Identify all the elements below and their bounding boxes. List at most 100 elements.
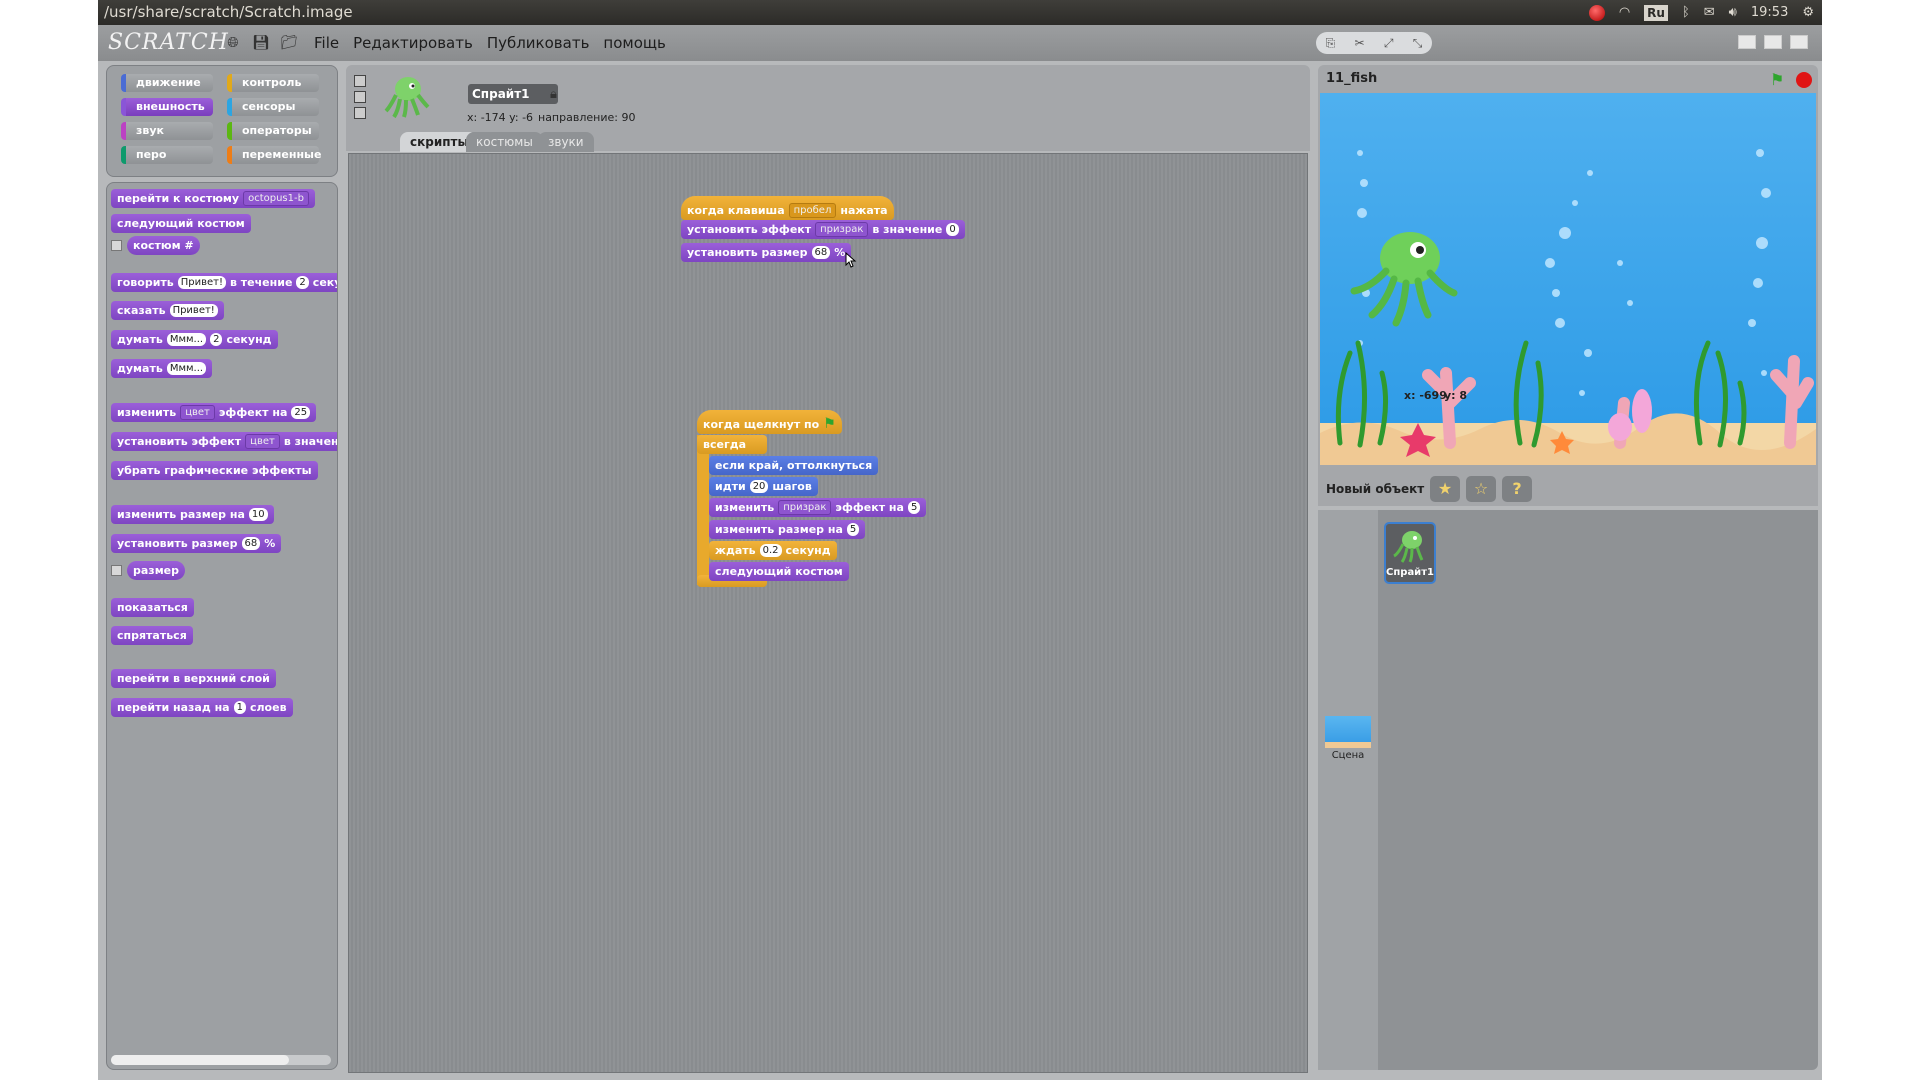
- language-globe-icon[interactable]: 🌐︎: [224, 34, 242, 52]
- block-input[interactable]: 68: [241, 537, 261, 550]
- rotation-none-icon[interactable]: [354, 107, 366, 119]
- block-think-for[interactable]: думать Ммм... 2 секунд: [111, 330, 278, 349]
- block-input[interactable]: Ммм...: [166, 333, 207, 346]
- settings-gear-icon[interactable]: ⚙: [1802, 0, 1814, 25]
- hat-when-key-pressed[interactable]: когда клавиша пробел нажата: [681, 196, 894, 220]
- costume-number-checkbox[interactable]: [111, 240, 122, 251]
- block-next-costume[interactable]: следующий костюм: [111, 214, 251, 233]
- category-control[interactable]: контроль: [227, 74, 319, 92]
- lock-icon[interactable]: 🔒︎: [550, 87, 557, 102]
- presentation-mode-icon[interactable]: [1790, 35, 1808, 49]
- palette-scrollbar-thumb[interactable]: [111, 1055, 289, 1065]
- block-say-for[interactable]: говорить Привет! в течение 2 секунд: [111, 273, 337, 292]
- block-switch-costume[interactable]: перейти к костюму octopus1-b: [111, 189, 315, 208]
- block-wait[interactable]: ждать 0.2 секунд: [709, 541, 837, 560]
- block-change-size[interactable]: изменить размер на 5: [709, 520, 866, 539]
- menu-share[interactable]: Публиковать: [487, 34, 590, 52]
- rotation-leftright-icon[interactable]: [354, 91, 366, 103]
- hat-when-flag-clicked[interactable]: когда щелкнут по ⚑: [697, 410, 842, 434]
- category-motion[interactable]: движение: [121, 74, 213, 92]
- menu-edit[interactable]: Редактировать: [353, 34, 473, 52]
- block-input[interactable]: 20: [749, 480, 769, 493]
- effect-dropdown[interactable]: призрак: [778, 500, 832, 515]
- block-change-effect[interactable]: изменить цвет эффект на 25: [111, 403, 317, 422]
- size-checkbox[interactable]: [111, 565, 122, 576]
- menu-help[interactable]: помощь: [603, 34, 665, 52]
- effect-dropdown[interactable]: цвет: [180, 405, 215, 420]
- palette-scrollbar[interactable]: [111, 1055, 331, 1065]
- stop-icon[interactable]: [1796, 72, 1812, 88]
- block-forever[interactable]: всегда: [697, 435, 767, 454]
- choose-sprite-file-icon[interactable]: ☆: [1466, 476, 1496, 502]
- share-icon[interactable]: 📁︎: [280, 34, 298, 52]
- block-show[interactable]: показаться: [111, 598, 194, 617]
- block-size[interactable]: размер: [127, 561, 186, 580]
- stage-thumbnail[interactable]: Сцена: [1320, 716, 1376, 768]
- stage-canvas[interactable]: [1320, 93, 1816, 465]
- grow-icon[interactable]: ⤢: [1384, 36, 1394, 51]
- block-input[interactable]: 68: [811, 246, 831, 259]
- block-input[interactable]: 5: [846, 523, 860, 536]
- scripts-area[interactable]: когда клавиша пробел нажата установить э…: [348, 153, 1308, 1073]
- block-set-size[interactable]: установить размер 68 %: [111, 534, 282, 553]
- block-input[interactable]: 10: [248, 508, 268, 521]
- costume-dropdown[interactable]: octopus1-b: [243, 191, 309, 206]
- bluetooth-icon[interactable]: ᛒ: [1682, 0, 1690, 25]
- effect-dropdown[interactable]: призрак: [815, 222, 869, 237]
- block-set-effect[interactable]: установить эффект призрак в значение 0: [681, 220, 965, 239]
- category-operators[interactable]: операторы: [227, 122, 319, 140]
- sprite-thumbnail[interactable]: Спрайт1: [1384, 522, 1436, 584]
- mail-icon[interactable]: ✉: [1704, 0, 1715, 25]
- category-looks[interactable]: внешность: [121, 98, 213, 116]
- random-sprite-icon[interactable]: ?: [1502, 476, 1532, 502]
- block-change-effect[interactable]: изменить призрак эффект на 5: [709, 498, 927, 517]
- tab-costumes[interactable]: костюмы: [466, 132, 543, 152]
- volume-icon[interactable]: 🔊︎: [1729, 0, 1737, 25]
- block-input[interactable]: 2: [210, 333, 223, 346]
- block-change-size[interactable]: изменить размер на 10: [111, 505, 274, 524]
- block-input[interactable]: 25: [291, 406, 311, 419]
- record-indicator-icon[interactable]: [1588, 4, 1605, 21]
- block-input[interactable]: 0: [946, 223, 959, 236]
- block-input[interactable]: Привет!: [177, 276, 226, 289]
- block-input[interactable]: Ммм...: [166, 362, 207, 375]
- menu-file[interactable]: File: [314, 34, 339, 52]
- key-dropdown[interactable]: пробел: [788, 202, 837, 218]
- block-input[interactable]: 0.2: [759, 544, 782, 557]
- small-stage-mode-icon[interactable]: [1738, 35, 1756, 49]
- block-set-size[interactable]: установить размер 68 %: [681, 243, 852, 262]
- shrink-icon[interactable]: ⤡: [1413, 36, 1423, 51]
- block-move[interactable]: идти 20 шагов: [709, 477, 818, 496]
- block-input[interactable]: Привет!: [169, 304, 218, 317]
- tab-sounds[interactable]: звуки: [538, 132, 594, 152]
- category-pen[interactable]: перо: [121, 146, 213, 164]
- save-icon[interactable]: 💾︎: [252, 34, 270, 52]
- block-input[interactable]: 5: [907, 501, 921, 514]
- block-clear-effects[interactable]: убрать графические эффекты: [111, 461, 318, 480]
- category-sensing[interactable]: сенсоры: [227, 98, 319, 116]
- rotation-full-icon[interactable]: [354, 75, 366, 87]
- effect-dropdown[interactable]: цвет: [245, 434, 280, 449]
- block-costume-number[interactable]: костюм #: [127, 236, 200, 255]
- block-input[interactable]: 2: [296, 276, 309, 289]
- category-variables[interactable]: переменные: [227, 146, 321, 164]
- paint-new-sprite-icon[interactable]: ★: [1430, 476, 1460, 502]
- block-go-to-front[interactable]: перейти в верхний слой: [111, 669, 276, 688]
- block-say[interactable]: сказать Привет!: [111, 301, 224, 320]
- normal-stage-mode-icon[interactable]: [1764, 35, 1782, 49]
- delete-scissors-icon[interactable]: ✂: [1355, 36, 1365, 50]
- duplicate-icon[interactable]: ⎘: [1326, 36, 1336, 51]
- keyboard-layout-indicator[interactable]: Ru: [1644, 4, 1668, 21]
- block-bounce[interactable]: если край, оттолкнуться: [709, 456, 879, 475]
- category-sound[interactable]: звук: [121, 122, 213, 140]
- block-set-effect[interactable]: установить эффект цвет в значение: [111, 432, 337, 451]
- wifi-icon[interactable]: ◠: [1619, 0, 1630, 25]
- block-go-back[interactable]: перейти назад на 1 слоев: [111, 698, 293, 717]
- block-next-costume[interactable]: следующий костюм: [709, 562, 849, 581]
- block-think[interactable]: думать Ммм...: [111, 359, 213, 378]
- block-input[interactable]: 1: [233, 701, 246, 714]
- clock[interactable]: 19:53: [1751, 0, 1788, 25]
- sprite-name-field[interactable]: Спрайт1: [468, 84, 558, 104]
- block-hide[interactable]: спрятаться: [111, 626, 193, 645]
- green-flag-icon[interactable]: ⚑: [1770, 70, 1788, 89]
